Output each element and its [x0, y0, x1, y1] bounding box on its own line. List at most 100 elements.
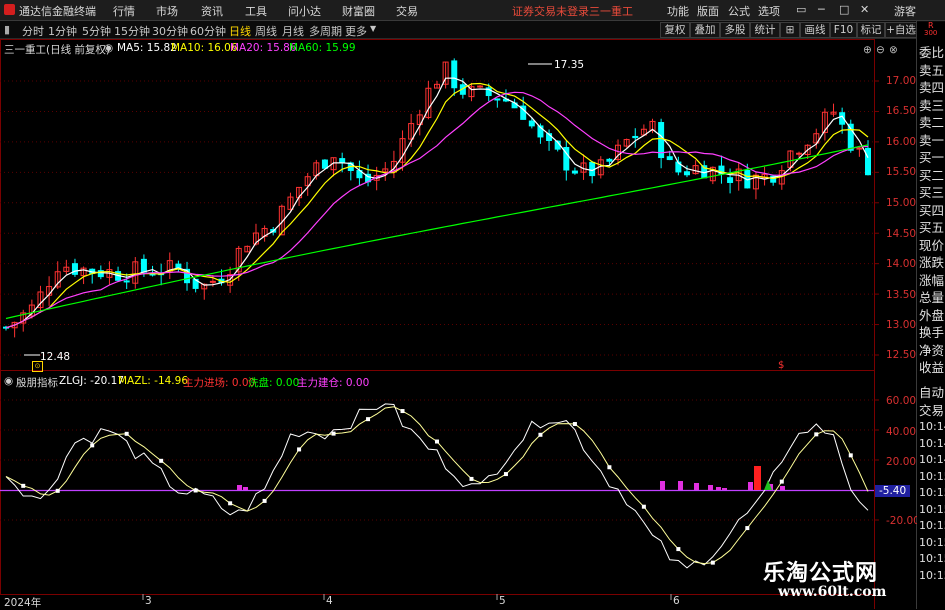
chart-zoom-icon[interactable]: ⊕ — [863, 44, 872, 56]
price-tick: 13.00 — [886, 319, 917, 331]
mazl-dot — [159, 458, 164, 463]
quote-label: 买三 — [919, 185, 945, 200]
candle-up — [796, 152, 803, 155]
mazl-dot — [503, 472, 508, 477]
quote-label: 买二 — [919, 167, 945, 183]
quote-label: 卖五 — [919, 62, 945, 78]
dividend-marker-icon[interactable]: $ — [778, 360, 784, 371]
zlgj-line — [5, 403, 869, 569]
mazl-dot — [297, 447, 302, 452]
quote-label: 买一 — [919, 150, 945, 165]
date-tick: 3 — [145, 595, 152, 607]
trade-time: 10:14 — [919, 453, 945, 466]
build-bar — [716, 487, 721, 490]
build-bar — [722, 488, 727, 490]
quote-label: 委比 — [919, 45, 945, 60]
quote-label: 收益 — [919, 360, 945, 375]
candle-up — [209, 280, 216, 283]
event-marker-icon[interactable]: ⊙ — [32, 361, 43, 372]
quote-label: 卖三 — [919, 97, 945, 113]
price-tick: 12.50 — [886, 349, 917, 361]
quote-label: 总量 — [919, 290, 945, 305]
mazl-dot — [90, 443, 95, 448]
auto-trade-label[interactable]: 交易 — [919, 400, 944, 419]
auto-trade-label[interactable]: 自动 — [919, 382, 944, 401]
candle-down — [321, 159, 328, 169]
inflow-bar — [754, 466, 761, 490]
trade-time: 10:15 — [919, 535, 945, 549]
mazl-dot — [641, 504, 646, 509]
mazl-dot — [814, 432, 819, 437]
trade-time: 10:15 — [919, 502, 945, 516]
candle-down — [666, 156, 673, 161]
candle-down — [123, 280, 130, 283]
ma-toggle-icon[interactable]: ◉ — [104, 42, 113, 54]
panel-badge[interactable]: R 300 — [917, 21, 945, 38]
panel-badge-num: 300 — [924, 29, 938, 37]
date-tick: 5 — [499, 595, 506, 607]
date-tick: 6 — [673, 595, 680, 607]
candle-down — [494, 98, 501, 101]
mazl-dot — [469, 476, 474, 481]
indicator-tick: 20.00 — [886, 456, 917, 468]
price-tick: 15.50 — [886, 166, 917, 178]
indicator-tick: -20.00 — [886, 515, 920, 527]
candle-up — [477, 85, 484, 88]
price-tick: 14.50 — [886, 228, 917, 240]
quote-label: 净资 — [919, 342, 945, 358]
build-bar — [748, 482, 753, 490]
trade-time: 10:15 — [919, 552, 945, 565]
chart-close-icon[interactable]: ⊗ — [889, 44, 898, 56]
candle-down — [528, 120, 535, 127]
candle-down — [571, 170, 578, 174]
mazl-dot — [228, 501, 233, 506]
candle-down — [727, 177, 734, 183]
ma5-label: MA5: 15.82 — [117, 42, 177, 54]
kline-chart[interactable] — [0, 0, 945, 609]
candle-down — [865, 147, 871, 176]
candle-down — [71, 263, 78, 275]
chart-minus-icon[interactable]: ⊖ — [876, 44, 885, 56]
mazl-dot — [848, 453, 853, 458]
build-bar — [780, 486, 785, 490]
trade-time: 10:15 — [919, 469, 945, 483]
mazl-dot — [779, 479, 784, 484]
mazl-line — [5, 406, 869, 565]
quote-label: 卖二 — [919, 115, 945, 130]
mazl-dot — [710, 560, 715, 565]
date-tick: 4 — [326, 595, 333, 607]
quote-label: 涨幅 — [919, 272, 945, 288]
price-tick: 16.50 — [886, 105, 917, 117]
ma20-line — [5, 91, 868, 329]
price-tick: 13.50 — [886, 289, 917, 301]
inflow-value: 主力进场: 0.00 — [183, 377, 256, 389]
price-tick: 17.00 — [886, 75, 917, 87]
quote-label: 现价 — [919, 237, 945, 253]
indicator-toggle-icon[interactable]: ◉ — [4, 375, 13, 387]
watermark-url: www.60lt.com — [778, 584, 887, 600]
quote-side-panel: 委比 卖五 卖四 卖三 卖二 卖一 买一 买二 买三 买四 买五 现价 涨跌 涨幅 总量 外盘 换手 净资 收益 自动… — [917, 38, 945, 609]
quote-label: 卖一 — [919, 132, 945, 148]
mazl-dot — [193, 488, 198, 493]
chart-title: 三一重工(日线 前复权) — [4, 44, 111, 56]
build-bar — [694, 483, 699, 490]
build-bar — [237, 485, 242, 490]
indicator-tick: 40.00 — [886, 426, 917, 438]
candle-up — [856, 147, 863, 150]
ma20-label: MA20: 15.86 — [230, 42, 297, 54]
build-value: 主力建仓: 0.00 — [297, 377, 370, 389]
mazl-dot — [572, 422, 577, 427]
wash-value: 洗盘: 0.00 — [248, 377, 300, 389]
build-bar — [678, 481, 683, 490]
quote-label: 卖四 — [919, 80, 945, 95]
chart-frame — [0, 39, 875, 595]
mazl-dot — [435, 439, 439, 444]
price-tick: 14.00 — [886, 258, 917, 270]
date-tick: 2024年 — [4, 597, 42, 609]
trade-time: 10:15 — [919, 486, 945, 499]
trade-time: 10:15 — [919, 519, 945, 532]
quote-label: 外盘 — [919, 307, 945, 323]
ma60-label: MA60: 15.99 — [289, 42, 356, 54]
indicator-name[interactable]: 殷朋指标 — [16, 375, 58, 390]
mazl-dot — [124, 431, 129, 436]
